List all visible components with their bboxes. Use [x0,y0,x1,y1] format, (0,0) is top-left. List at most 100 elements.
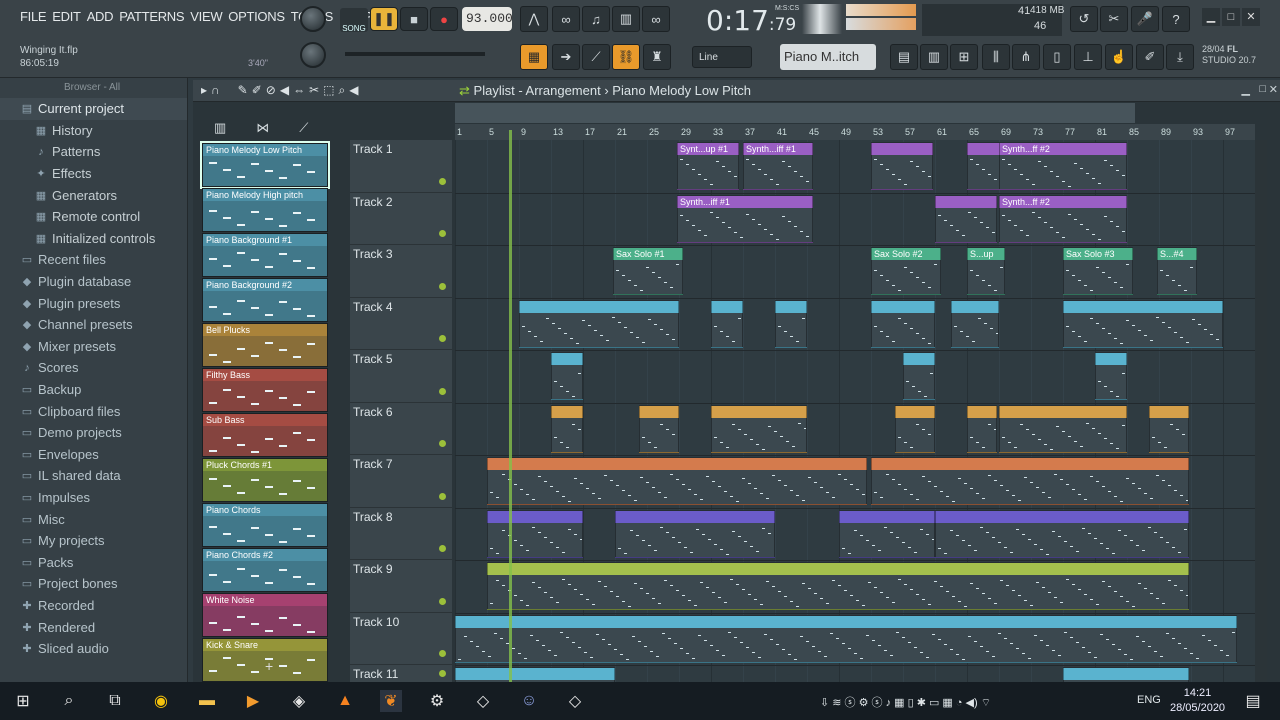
record-icon[interactable]: ● [430,7,458,31]
playlist-clip[interactable]: Synth...iff #1 [743,142,813,190]
playlist-clip[interactable]: Sax Solo #3 [1063,247,1133,295]
pattern-clip[interactable]: Piano Background #1 [202,233,328,277]
touch-icon[interactable]: ☝ [1105,44,1133,70]
track-header[interactable]: Track 10 [350,612,452,665]
magnet-icon[interactable]: ∩ [211,83,220,98]
song-mode-button[interactable]: SONG [340,8,368,33]
task-view-icon[interactable]: ⧉ [104,690,126,712]
slip-icon[interactable]: ⇔ [293,83,305,98]
playlist-clip[interactable] [903,352,935,400]
playlist-clip[interactable] [935,194,997,243]
pattern-switch-icon[interactable]: ⇄ [459,83,470,98]
playlist-clip[interactable]: S...up [967,247,1005,295]
taskbar-clock[interactable]: 14:21 28/05/2020 [1170,686,1225,716]
vlc-icon[interactable]: ▲ [334,690,356,712]
menu-arrow-icon[interactable]: ▸ [201,83,207,98]
browser-item[interactable]: ▭ Impulses [0,487,187,509]
browser-item[interactable]: ▦ Remote control [0,206,187,228]
menu-patterns[interactable]: PATTERNS [119,9,184,24]
slice-icon[interactable]: ✂ [309,83,319,98]
tempo-display[interactable]: 93.000 [462,7,513,31]
timeline-ruler[interactable]: 1 5 9 13 17 21 25 29 33 37 41 45 49 53 57 61 65 69 73 77 81 8… [455,124,1255,140]
playlist-clip[interactable] [1095,352,1127,400]
track-header[interactable]: Track 6 [350,402,452,455]
master-slider[interactable] [345,52,485,56]
file-explorer-icon[interactable]: ▬ [196,690,218,712]
playlist-clip[interactable] [967,404,997,453]
speaker-icon[interactable]: ◀ [349,83,358,98]
minimize-icon[interactable]: ▁ [1202,8,1220,26]
playlist-clip[interactable] [711,404,807,453]
menu-file[interactable]: FILE [20,9,47,24]
track-header[interactable]: Track 4 [350,297,452,350]
pl-maximize-icon[interactable]: □ [1259,83,1266,95]
track-mute-led[interactable] [439,387,446,395]
browser-item[interactable]: ▭ Clipboard files [0,400,187,422]
playlist-overview[interactable] [455,103,1135,123]
maximize-icon[interactable]: □ [1222,8,1240,26]
playlist-clip[interactable] [999,404,1127,453]
mixer-icon[interactable]: ⫼ [982,44,1010,70]
browser-item[interactable]: ✦ Effects [0,163,187,185]
playlist-clip[interactable] [487,562,1189,610]
pl-minimize-icon[interactable]: ▁ [1242,83,1250,96]
undo-icon[interactable]: ↺ [1070,6,1098,32]
browser-item[interactable]: ♪ Scores [0,357,187,379]
browser-item[interactable]: ✚ Recorded [0,595,187,617]
playlist-clip[interactable] [455,614,1237,663]
pattern-clip[interactable]: Piano Chords [202,503,328,547]
pattern-selector[interactable]: Piano M..itch [780,44,876,70]
playlist-clip[interactable] [935,509,1189,558]
menu-edit[interactable]: EDIT [52,9,81,24]
browser-item[interactable]: ▦ History [0,120,187,142]
track-mute-led[interactable] [439,335,446,342]
playlist-clip[interactable] [895,404,935,453]
arrow-right-icon[interactable]: ➔ [552,44,580,70]
browser-item[interactable]: ▭ Demo projects [0,422,187,444]
shield-icon[interactable]: ◈ [288,690,310,712]
browser-item[interactable]: ▦ Initialized controls [0,228,187,250]
playlist-clip[interactable] [1063,299,1223,348]
playlist-clip[interactable] [1063,667,1189,682]
plugin-icon[interactable]: ⊥ [1074,44,1102,70]
media-player-icon[interactable]: ▶ [242,690,264,712]
track-header[interactable]: Track 7 [350,455,452,508]
playlist-clip[interactable]: Synth...ff #2 [999,142,1127,190]
menu-view[interactable]: VIEW [190,9,222,24]
playlist-clip[interactable] [951,299,999,348]
search-icon[interactable]: ⌕ [58,690,80,712]
track-header[interactable]: Track 3 [350,245,452,298]
browser-item[interactable]: ▭ My projects [0,530,187,552]
browser-item[interactable]: ▦ Generators [0,184,187,206]
pencil-icon[interactable]: ✎ [238,83,248,98]
track-mute-led[interactable] [439,670,446,677]
files-icon[interactable]: ▯ [1043,44,1071,70]
pattern-clip[interactable]: Piano Melody High pitch [202,188,328,232]
picker-patterns-icon[interactable]: ▥ [214,120,226,142]
vertical-scrollbar[interactable] [1255,140,1267,682]
playlist-clip[interactable] [839,509,935,558]
close-icon[interactable]: ✕ [1242,8,1260,26]
app-icon[interactable]: ◇ [472,690,494,712]
browser-item[interactable]: ▭ Recent files [0,249,187,271]
app2-icon[interactable]: ◇ [564,690,586,712]
browser-item[interactable]: ◆ Mixer presets [0,336,187,358]
browser-item[interactable]: ◆ Plugin presets [0,292,187,314]
playlist-clip[interactable] [711,299,743,348]
pattern-clip[interactable]: Piano Chords #2 [202,548,328,592]
menu-add[interactable]: ADD [87,9,114,24]
pattern-clip[interactable]: Piano Background #2 [202,278,328,322]
track-mute-led[interactable] [439,230,446,237]
play-icon[interactable]: ❚❚ [370,7,398,31]
brush-icon[interactable]: ⟋ [582,44,610,70]
pattern-clip[interactable]: Piano Melody Low Pitch [200,141,330,189]
browser-item[interactable]: ▤ Current project [0,98,187,120]
playlist-clip[interactable]: Synt...up #1 [677,142,739,190]
pattern-clip[interactable]: Sub Bass [202,413,328,457]
track-mute-led[interactable] [439,282,446,290]
pl-close-icon[interactable]: ✕ [1269,83,1278,96]
pattern-clip[interactable]: Pluck Chords #1 [202,458,328,502]
browser-item[interactable]: ✚ Rendered [0,616,187,638]
playlist-clip[interactable] [871,299,935,348]
playlist-clip[interactable] [551,404,583,453]
